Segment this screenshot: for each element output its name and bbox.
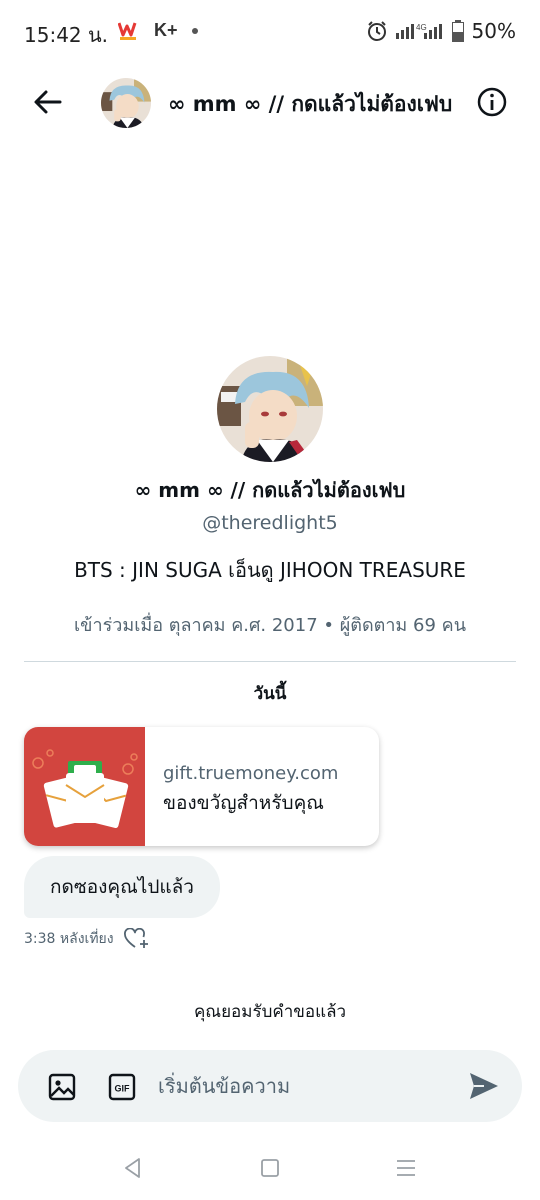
back-triangle-icon[interactable] <box>121 1156 145 1180</box>
divider <box>24 661 516 662</box>
battery-icon <box>451 20 464 42</box>
message-meta: 3:38 หลังเที่ยง <box>24 928 150 950</box>
profile-bio: BTS : JIN SUGA เอ็นดู JIHOON TREASURE <box>74 558 466 582</box>
profile-handle[interactable]: @theredlight5 <box>0 512 540 534</box>
status-bar: 15:42 น. K+ 4G 50% <box>0 0 540 62</box>
message-text: กดซองคุณไปแล้ว <box>50 876 194 898</box>
link-preview-card[interactable]: gift.truemoney.com ของขวัญสำหรับคุณ <box>24 727 379 846</box>
gif-icon[interactable]: GIF <box>108 1073 136 1101</box>
profile-summary: ∞ mm ∞ // กดแล้วไม่ต้องเฟบ @theredlight5… <box>0 356 540 639</box>
gift-envelope-icon <box>32 749 138 829</box>
profile-meta: เข้าร่วมเมื่อ ตุลาคม ค.ศ. 2017 • ผู้ติดต… <box>74 615 466 636</box>
avatar-image <box>217 356 323 462</box>
wongnai-app-icon <box>118 22 137 40</box>
profile-name: ∞ mm ∞ // กดแล้วไม่ต้องเฟบ <box>134 478 406 502</box>
image-icon[interactable] <box>48 1073 76 1101</box>
header-title[interactable]: ∞ mm ∞ // กดแล้วไม่ต้องเฟบ <box>168 88 474 121</box>
kplus-app-icon: K+ <box>154 20 178 40</box>
profile-avatar[interactable] <box>217 356 323 462</box>
recents-lines-icon[interactable] <box>394 1156 418 1180</box>
card-domain: gift.truemoney.com <box>163 763 339 784</box>
more-notifications-dot <box>191 27 198 34</box>
arrow-left-icon[interactable] <box>30 84 66 120</box>
gif-label: GIF <box>115 1084 131 1094</box>
home-square-icon[interactable] <box>258 1156 282 1180</box>
notification-icons: K+ <box>118 20 198 41</box>
day-separator: วันนี้ <box>253 684 287 704</box>
send-icon[interactable] <box>468 1071 500 1101</box>
signal-icon: 4G <box>395 23 442 39</box>
message-time: 3:38 หลังเที่ยง <box>24 931 114 947</box>
conversation-header: ∞ mm ∞ // กดแล้วไม่ต้องเฟบ <box>0 72 540 132</box>
battery-percent: 50% <box>471 19 516 43</box>
heart-plus-icon[interactable] <box>123 928 150 950</box>
network-type-label: 4G <box>416 23 427 32</box>
card-description: ของขวัญสำหรับคุณ <box>163 792 324 814</box>
message-input[interactable] <box>158 1068 448 1104</box>
request-accepted-notice: คุณยอมรับคำขอแล้ว <box>193 1002 347 1022</box>
gift-card-image <box>24 727 145 846</box>
message-bubble[interactable]: กดซองคุณไปแล้ว <box>24 856 220 918</box>
alarm-icon <box>367 21 386 41</box>
card-text: gift.truemoney.com ของขวัญสำหรับคุณ <box>145 727 338 846</box>
avatar-image <box>101 78 151 128</box>
status-time: 15:42 น. <box>24 23 109 47</box>
info-icon[interactable] <box>476 86 508 118</box>
header-avatar[interactable] <box>101 78 151 128</box>
system-navigation-bar <box>0 1140 540 1200</box>
system-icons: 4G 50% <box>366 19 516 43</box>
message-composer: GIF <box>18 1050 522 1122</box>
